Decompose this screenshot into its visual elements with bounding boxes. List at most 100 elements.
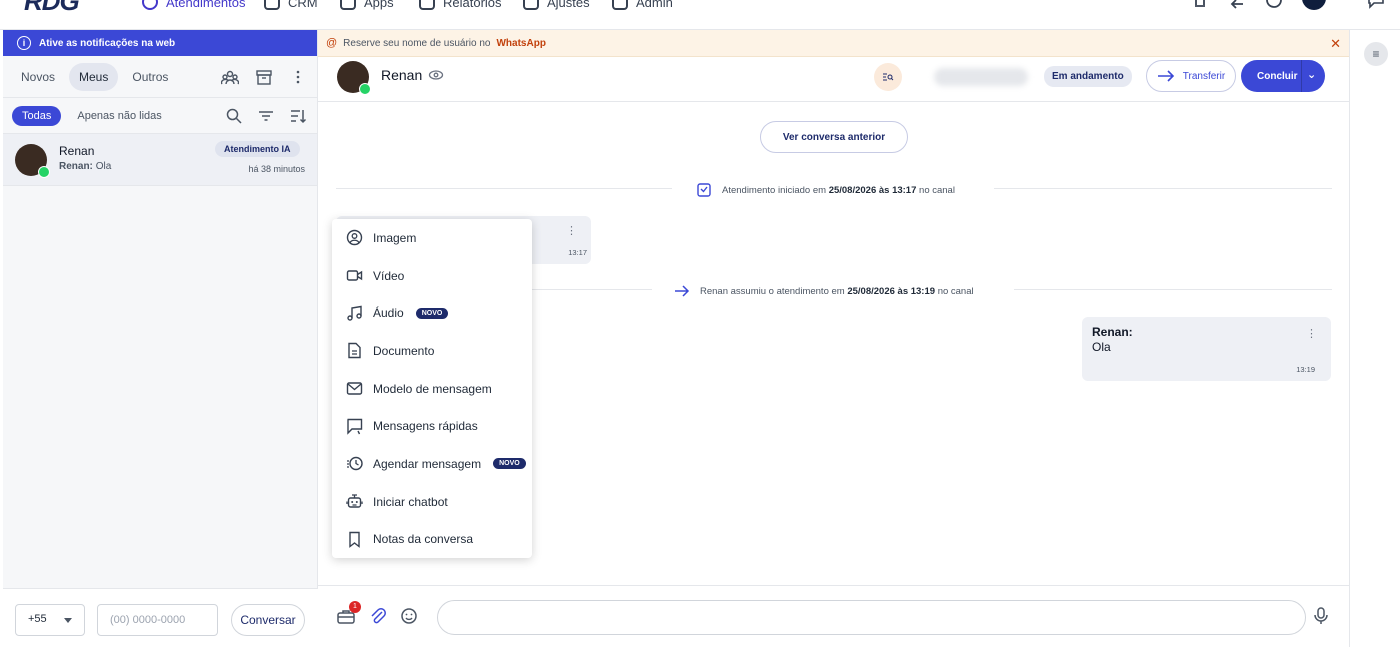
bot-icon bbox=[346, 494, 363, 508]
menu-item-audio[interactable]: Áudio NOVO bbox=[332, 294, 532, 332]
menu-item-imagem[interactable]: Imagem bbox=[332, 219, 532, 257]
more-vertical-icon[interactable]: ⋮ bbox=[566, 224, 577, 237]
nav-atendimentos[interactable]: Atendimentos bbox=[142, 0, 246, 10]
nav-crm[interactable]: CRM bbox=[264, 0, 318, 10]
nav-admin[interactable]: Admin bbox=[612, 0, 673, 10]
apps-icon bbox=[340, 0, 356, 10]
image-icon bbox=[346, 230, 363, 246]
bookmark-icon bbox=[349, 531, 360, 548]
outgoing-message[interactable]: Renan: Ola ⋮ 13:19 bbox=[1082, 317, 1331, 381]
info-icon: i bbox=[17, 36, 31, 50]
nav-relatorios[interactable]: Relatórios bbox=[419, 0, 502, 10]
conversation-filters: Todas Apenas não lidas bbox=[3, 98, 317, 134]
arrow-right-icon bbox=[1157, 70, 1174, 82]
nav-ajustes[interactable]: Ajustes bbox=[523, 0, 590, 10]
eye-icon[interactable] bbox=[428, 69, 444, 81]
tab-novos[interactable]: Novos bbox=[11, 63, 65, 91]
phone-input[interactable]: (00) 0000-0000 bbox=[97, 604, 218, 636]
chevron-down-icon bbox=[64, 618, 72, 623]
conversation-item[interactable]: Renan Renan: Ola Atendimento IA há 38 mi… bbox=[3, 134, 317, 186]
bell-icon[interactable] bbox=[1190, 0, 1210, 10]
paperclip-icon[interactable] bbox=[368, 606, 388, 626]
system-message-started: Atendimento iniciado em 25/08/2026 às 13… bbox=[696, 182, 955, 198]
finish-button[interactable]: Concluir ⌄ bbox=[1241, 60, 1325, 92]
menu-item-documento[interactable]: Documento bbox=[332, 332, 532, 370]
country-code-select[interactable]: +55 bbox=[15, 604, 85, 636]
filter-todas[interactable]: Todas bbox=[12, 105, 62, 126]
hamburger-menu-icon[interactable]: ≡ bbox=[1364, 42, 1388, 66]
whatsapp-banner: @ Reserve seu nome de usuário no WhatsApp… bbox=[318, 30, 1349, 57]
right-sidebar: ≡ bbox=[1349, 30, 1400, 647]
emoji-icon[interactable] bbox=[399, 606, 419, 626]
message-time: 13:17 bbox=[568, 248, 587, 257]
blurred-phone bbox=[934, 68, 1028, 86]
new-conversation-bar: +55 (00) 0000-0000 Conversar bbox=[3, 588, 318, 647]
reports-icon bbox=[419, 0, 435, 10]
logo: RDG bbox=[24, 0, 80, 16]
admin-icon bbox=[612, 0, 628, 10]
more-vertical-icon[interactable] bbox=[289, 68, 307, 86]
message-input[interactable] bbox=[437, 600, 1306, 635]
notification-count-badge: 1 bbox=[349, 601, 361, 613]
start-conversation-button[interactable]: Conversar bbox=[231, 604, 305, 636]
transfer-button[interactable]: Transferir bbox=[1146, 60, 1236, 92]
last-message: Renan: Ola bbox=[59, 161, 112, 172]
new-badge: NOVO bbox=[493, 458, 526, 470]
arrow-right-icon bbox=[675, 285, 690, 297]
sort-icon[interactable] bbox=[289, 107, 307, 125]
chevron-down-icon[interactable]: ⌄ bbox=[1307, 68, 1316, 81]
search-list-icon bbox=[883, 73, 894, 81]
contact-name: Renan bbox=[381, 67, 423, 83]
status-badge: Atendimento IA bbox=[215, 141, 300, 157]
group-icon[interactable] bbox=[221, 68, 239, 86]
contact-name: Renan bbox=[59, 144, 95, 158]
notification-bar[interactable]: i Ative as notificações na web bbox=[3, 30, 317, 56]
archive-icon[interactable] bbox=[255, 68, 273, 86]
mail-icon bbox=[346, 382, 363, 395]
back-arrow-icon[interactable] bbox=[1227, 0, 1247, 10]
microphone-icon[interactable] bbox=[1312, 606, 1330, 626]
conversation-list-panel: i Ative as notificações na web Novos Meu… bbox=[3, 30, 318, 647]
menu-item-video[interactable]: Vídeo bbox=[332, 257, 532, 295]
previous-conversation-button[interactable]: Ver conversa anterior bbox=[760, 121, 908, 153]
gear-icon bbox=[523, 0, 539, 10]
search-messages-button[interactable] bbox=[874, 63, 902, 91]
tab-outros[interactable]: Outros bbox=[122, 63, 178, 91]
message-composer: 1 bbox=[318, 585, 1349, 647]
conversation-tabs: Novos Meus Outros bbox=[3, 56, 317, 98]
help-icon[interactable] bbox=[1264, 0, 1284, 10]
menu-item-mensagens-rapidas[interactable]: Mensagens rápidas bbox=[332, 407, 532, 445]
chat-header: Renan Em andamento Transferir Concluir ⌄ bbox=[318, 57, 1349, 102]
filter-icon[interactable] bbox=[257, 107, 275, 125]
inbox-check-icon bbox=[697, 183, 711, 197]
menu-item-modelo-mensagem[interactable]: Modelo de mensagem bbox=[332, 370, 532, 408]
crm-icon bbox=[264, 0, 280, 10]
quick-message-icon bbox=[347, 418, 363, 435]
message-sender: Renan: bbox=[1092, 325, 1133, 339]
chat-bubble-icon[interactable] bbox=[1366, 0, 1386, 10]
status-badge: Em andamento bbox=[1044, 66, 1132, 87]
top-navigation: RDG Atendimentos CRM Apps Relatórios Aju… bbox=[0, 0, 1400, 30]
system-message-assumed: Renan assumiu o atendimento em 25/08/202… bbox=[674, 283, 974, 299]
filter-unread[interactable]: Apenas não lidas bbox=[77, 110, 161, 122]
tab-meus[interactable]: Meus bbox=[69, 62, 119, 91]
menu-item-iniciar-chatbot[interactable]: Iniciar chatbot bbox=[332, 483, 532, 521]
document-icon bbox=[348, 343, 361, 359]
close-icon[interactable]: ✕ bbox=[1330, 36, 1341, 52]
more-vertical-icon[interactable]: ⋮ bbox=[1306, 327, 1317, 340]
chat-icon bbox=[142, 0, 158, 10]
whatsapp-icon bbox=[359, 83, 371, 95]
music-icon bbox=[347, 305, 362, 321]
user-avatar[interactable] bbox=[1302, 0, 1326, 10]
nav-apps[interactable]: Apps bbox=[340, 0, 394, 10]
search-icon[interactable] bbox=[225, 107, 243, 125]
message-text: Ola bbox=[1092, 340, 1111, 354]
schedule-icon bbox=[347, 457, 363, 471]
menu-item-agendar-mensagem[interactable]: Agendar mensagem NOVO bbox=[332, 445, 532, 483]
whatsapp-icon bbox=[38, 166, 50, 178]
menu-item-notas-conversa[interactable]: Notas da conversa bbox=[332, 521, 532, 559]
at-sign-icon: @ bbox=[326, 37, 338, 49]
video-icon bbox=[346, 270, 363, 281]
conversation-time: há 38 minutos bbox=[248, 164, 305, 174]
message-time: 13:19 bbox=[1296, 365, 1315, 374]
